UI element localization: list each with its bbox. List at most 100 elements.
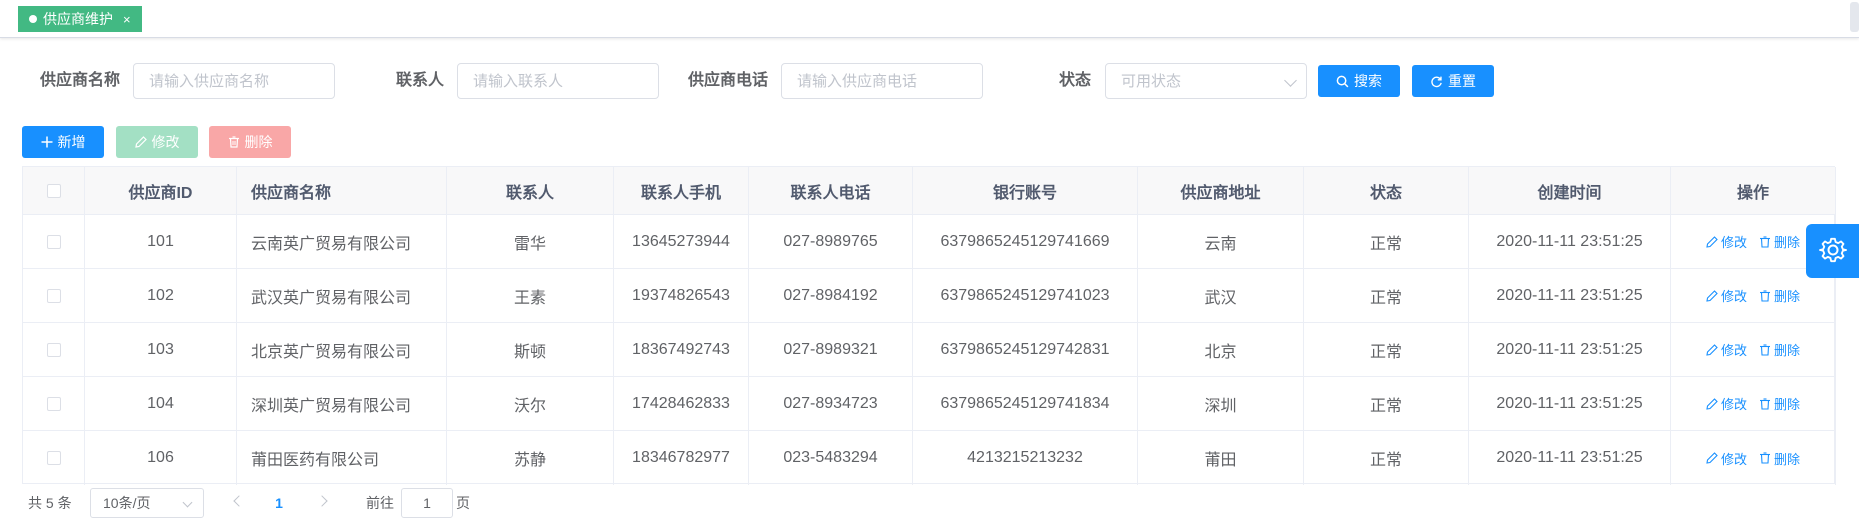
row-delete-label: 删除 (1774, 343, 1801, 358)
cell-create-time: 2020-11-11 23:51:25 (1469, 269, 1671, 322)
tags-view-bar: 供应商维护 × (0, 0, 1859, 38)
header-contact-phone: 联系人电话 (749, 167, 913, 214)
status-select[interactable] (1105, 63, 1307, 99)
delete-button[interactable]: 删除 (209, 126, 291, 158)
search-button-label: 搜索 (1354, 73, 1382, 89)
cell-supplier-name: 云南英广贸易有限公司 (237, 215, 447, 268)
edit-icon (1706, 397, 1718, 410)
row-delete-link[interactable]: 删除 (1759, 286, 1800, 305)
edit-icon (134, 136, 147, 148)
cell-status: 正常 (1304, 323, 1469, 376)
delete-button-label: 删除 (244, 134, 273, 150)
supplier-phone-input[interactable] (781, 63, 983, 99)
cell-bank-account: 6379865245129741834 (913, 377, 1138, 430)
row-delete-label: 删除 (1774, 235, 1801, 250)
row-edit-link[interactable]: 修改 (1706, 449, 1747, 468)
pagination-total: 共 5 条 (28, 495, 72, 511)
trash-icon (1760, 343, 1770, 356)
cell-status: 正常 (1304, 377, 1469, 430)
status-label: 状态 (1059, 72, 1092, 89)
row-delete-link[interactable]: 删除 (1759, 340, 1800, 359)
refresh-icon (1431, 76, 1442, 87)
row-edit-label: 修改 (1720, 451, 1747, 467)
row-delete-label: 删除 (1774, 289, 1801, 304)
tags-scrollbar[interactable] (1850, 2, 1859, 32)
tag-supplier-maintenance[interactable]: 供应商维护 × (18, 6, 142, 32)
search-icon (1336, 75, 1349, 87)
table-header-row: 供应商ID 供应商名称 联系人 联系人手机 联系人电话 银行账号 供应商地址 状… (23, 167, 1836, 215)
row-checkbox[interactable] (46, 288, 61, 303)
row-select-cell[interactable] (23, 323, 85, 376)
header-select-all[interactable] (23, 167, 85, 214)
current-page[interactable]: 1 (272, 487, 286, 519)
cell-create-time: 2020-11-11 23:51:25 (1469, 377, 1671, 430)
edit-icon (1706, 452, 1718, 464)
row-edit-link[interactable]: 修改 (1706, 394, 1747, 413)
cell-supplier-id: 106 (85, 431, 237, 485)
row-checkbox[interactable] (46, 451, 61, 465)
row-edit-link[interactable]: 修改 (1706, 340, 1747, 359)
row-delete-link[interactable]: 删除 (1759, 394, 1800, 413)
page-size-select[interactable]: 10条/页 (90, 488, 204, 518)
cell-supplier-name: 莆田医药有限公司 (237, 431, 447, 485)
select-all-checkbox[interactable] (46, 183, 61, 198)
reset-button[interactable]: 重置 (1412, 65, 1494, 97)
tag-label: 供应商维护 (43, 11, 113, 27)
cell-contact: 雷华 (447, 215, 614, 268)
edit-icon (1706, 343, 1718, 356)
edit-icon (1706, 289, 1718, 302)
row-select-cell[interactable] (23, 215, 85, 268)
header-create-time: 创建时间 (1469, 167, 1671, 214)
row-delete-label: 删除 (1774, 397, 1801, 412)
page-size-label: 10条/页 (103, 495, 151, 511)
row-checkbox[interactable] (46, 342, 61, 357)
cell-contact-phone: 027-8984192 (749, 269, 913, 322)
row-delete-link[interactable]: 删除 (1759, 449, 1800, 468)
settings-button[interactable] (1806, 224, 1859, 278)
add-button[interactable]: 新增 (22, 126, 104, 158)
prev-page-icon[interactable] (233, 495, 245, 507)
cell-contact-mobile: 18367492743 (614, 323, 749, 376)
cell-contact-mobile: 13645273944 (614, 215, 749, 268)
supplier-name-label: 供应商名称 (40, 72, 121, 89)
cell-bank-account: 6379865245129742831 (913, 323, 1138, 376)
row-edit-label: 修改 (1720, 289, 1747, 304)
cell-contact-phone: 027-8934723 (749, 377, 913, 430)
contact-input[interactable] (457, 63, 659, 99)
supplier-name-input[interactable] (133, 63, 335, 99)
cell-bank-account: 6379865245129741023 (913, 269, 1138, 322)
cell-contact-phone: 023-5483294 (749, 431, 913, 485)
table-row: 101 云南英广贸易有限公司 雷华 13645273944 027-898976… (23, 215, 1836, 269)
row-delete-link[interactable]: 删除 (1759, 232, 1800, 251)
next-page-icon[interactable] (316, 495, 328, 507)
status-select-input[interactable] (1105, 63, 1307, 99)
row-checkbox[interactable] (46, 234, 61, 249)
row-select-cell[interactable] (23, 269, 85, 322)
cell-contact: 斯顿 (447, 323, 614, 376)
cell-supplier-address: 莆田 (1138, 431, 1304, 485)
trash-icon (1760, 452, 1770, 464)
reset-button-label: 重置 (1448, 73, 1476, 89)
row-checkbox[interactable] (46, 396, 61, 411)
table-row: 102 武汉英广贸易有限公司 王素 19374826543 027-898419… (23, 269, 1836, 323)
row-edit-link[interactable]: 修改 (1706, 232, 1747, 251)
cell-create-time: 2020-11-11 23:51:25 (1469, 215, 1671, 268)
table-row: 104 深圳英广贸易有限公司 沃尔 17428462833 027-893472… (23, 377, 1836, 431)
cell-bank-account: 6379865245129741669 (913, 215, 1138, 268)
goto-page-input[interactable] (401, 488, 453, 518)
cell-status: 正常 (1304, 431, 1469, 485)
cell-contact: 沃尔 (447, 377, 614, 430)
goto-prefix: 前往 (366, 495, 394, 511)
cell-supplier-name: 武汉英广贸易有限公司 (237, 269, 447, 322)
cell-contact-mobile: 17428462833 (614, 377, 749, 430)
search-button[interactable]: 搜索 (1318, 65, 1400, 97)
close-icon[interactable]: × (123, 12, 131, 27)
cell-supplier-id: 101 (85, 215, 237, 268)
row-edit-link[interactable]: 修改 (1706, 286, 1747, 305)
row-select-cell[interactable] (23, 431, 85, 485)
edit-button[interactable]: 修改 (116, 126, 198, 158)
trash-icon (1760, 235, 1770, 248)
row-select-cell[interactable] (23, 377, 85, 430)
cell-bank-account: 4213215213232 (913, 431, 1138, 485)
cell-status: 正常 (1304, 215, 1469, 268)
